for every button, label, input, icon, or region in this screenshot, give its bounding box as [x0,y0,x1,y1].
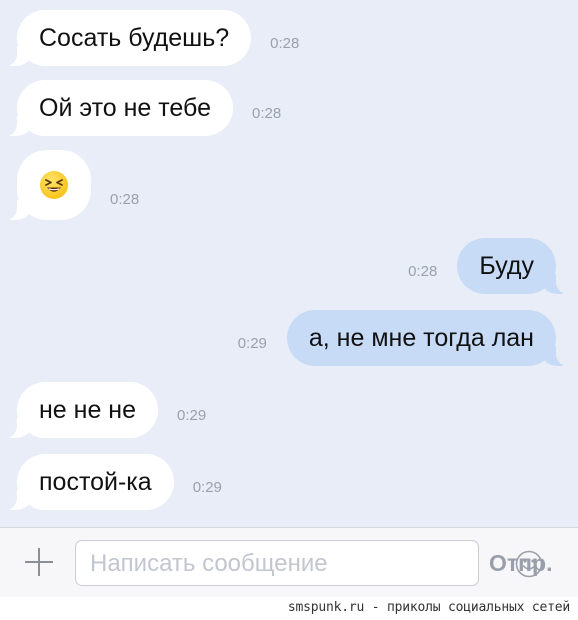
incoming-message-bubble[interactable]: постой-ка [3,454,174,510]
message-row: постой-ка 0:29 [3,454,222,510]
message-time: 0:28 [251,104,282,122]
message-row: Ой это не тебе 0:28 [3,80,282,136]
message-row: Буду 0:28 [408,238,570,294]
message-time: 0:29 [237,334,267,352]
message-time: 0:28 [110,190,140,208]
message-text: Буду [479,252,534,280]
message-time: 0:28 [270,34,300,52]
message-row: Сосать будешь? 0:28 [2,10,300,66]
message-time: 0:29 [192,478,222,496]
message-text: Сосать будешь? [39,24,230,52]
outgoing-message-bubble[interactable]: а, не мне тогда лан [286,310,571,366]
laughing-face-icon [40,171,68,199]
message-time: 0:28 [408,262,438,280]
chat-area: Сосать будешь? 0:28 Ой это не тебе 0:28 … [0,0,578,527]
incoming-message-bubble[interactable]: Ой это не тебе [3,80,233,136]
message-row: 0:28 [3,150,140,220]
message-text: а, не мне тогда лан [308,324,534,352]
watermark-text: smspunk.ru - приколы социальных сетей [287,600,570,615]
message-composer: Написать сообщение Отпр. [0,527,578,597]
message-text: не не не [39,396,137,424]
message-input-placeholder: Написать сообщение [90,550,328,577]
message-input[interactable]: Написать сообщение [75,540,543,586]
plus-icon[interactable] [24,547,54,577]
watermark-bar: smspunk.ru - приколы социальных сетей [0,597,578,620]
send-button[interactable]: Отпр. [489,549,553,577]
message-row: не не не 0:29 [2,382,207,438]
incoming-message-bubble[interactable]: Сосать будешь? [2,10,252,66]
incoming-message-bubble[interactable] [3,150,91,220]
message-text: постой-ка [39,468,152,496]
message-text: Ой это не тебе [39,94,211,122]
outgoing-message-bubble[interactable]: Буду [457,238,570,294]
incoming-message-bubble[interactable]: не не не [2,382,159,438]
message-row: а, не мне тогда лан 0:29 [237,310,571,366]
message-time: 0:29 [177,406,207,424]
